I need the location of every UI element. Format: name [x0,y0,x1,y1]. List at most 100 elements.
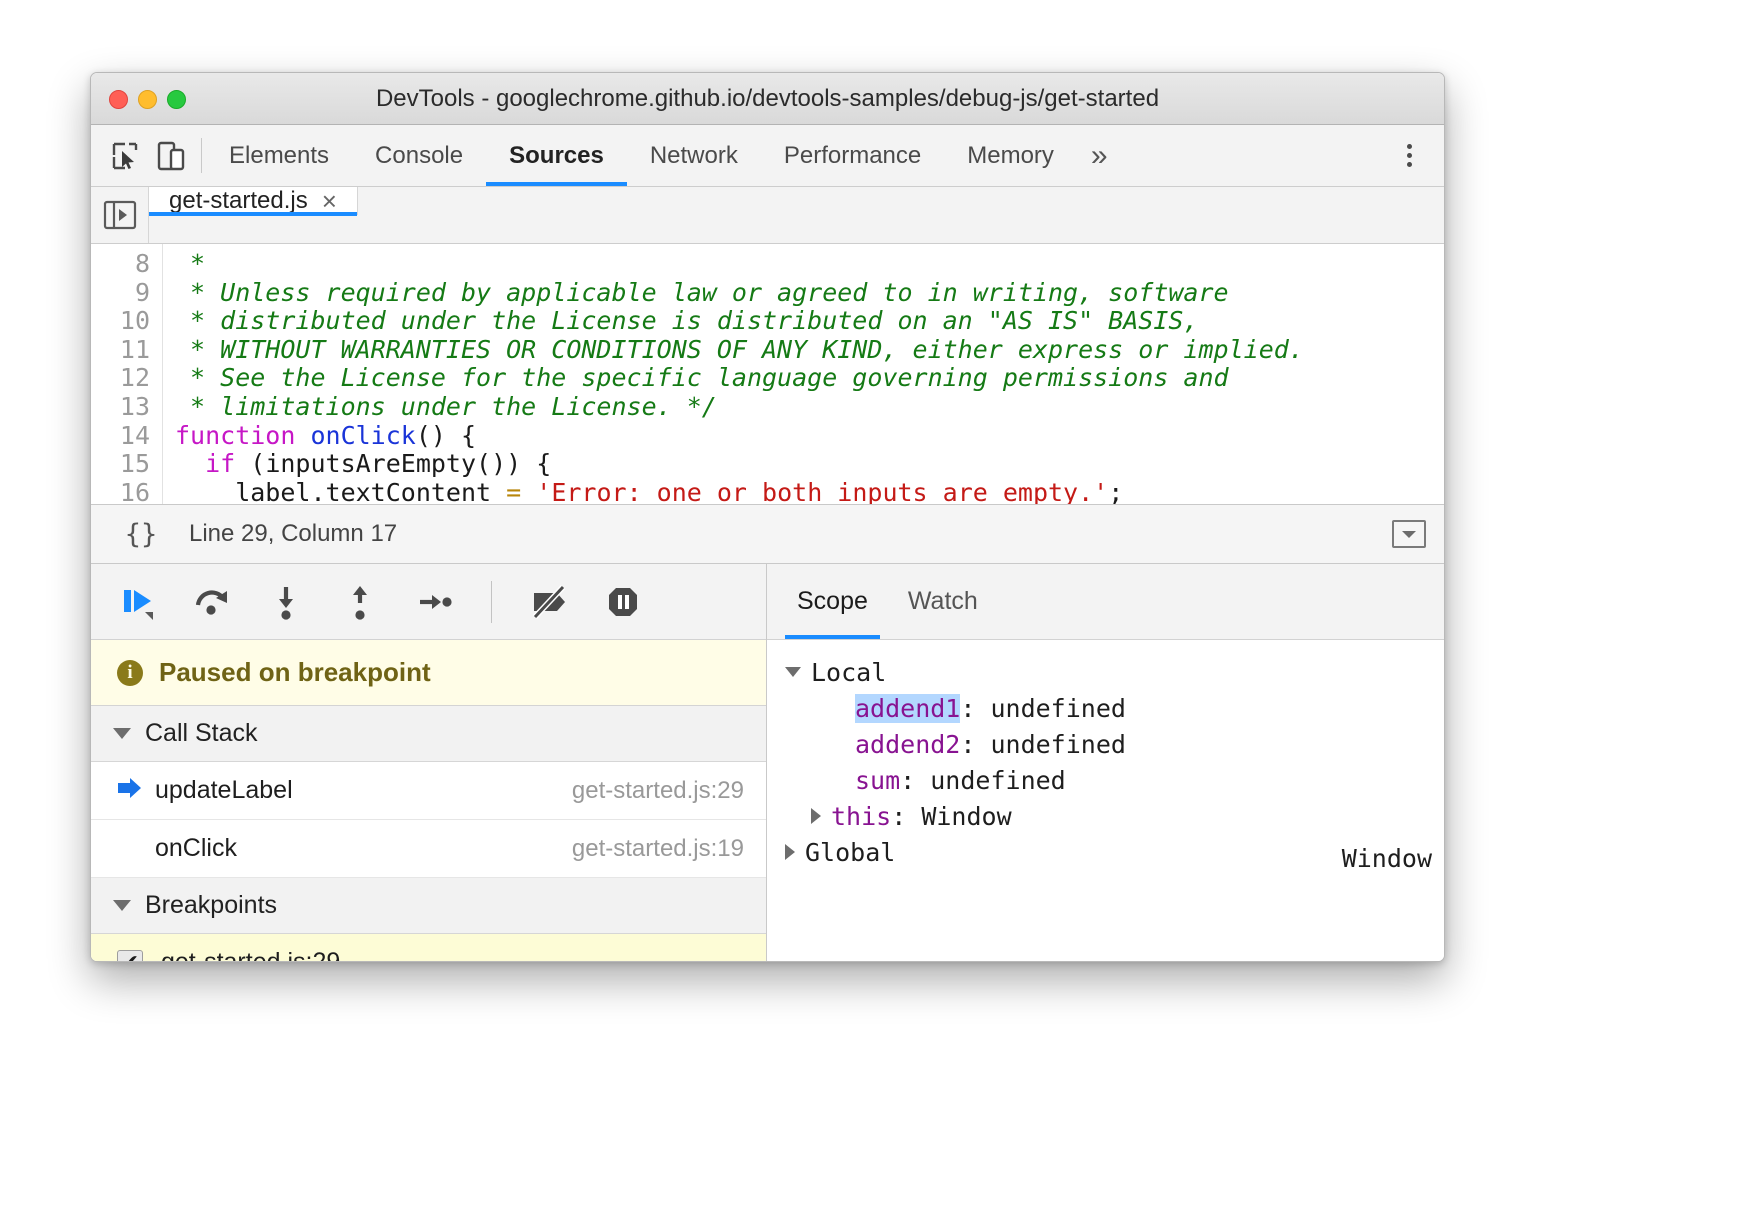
tab-network[interactable]: Network [627,125,761,186]
line-number[interactable]: 16 [91,479,150,504]
code-token: label.textContent [175,478,506,504]
tab-scope[interactable]: Scope [777,564,888,639]
line-number[interactable]: 10 [91,307,150,336]
call-stack-title: Call Stack [145,719,258,748]
scope-property[interactable]: addend2: undefined [767,726,1444,762]
code-token: if [205,449,235,478]
breakpoints-header[interactable]: Breakpoints [91,878,766,934]
scope-group-local[interactable]: Local [767,654,1444,690]
code-token: onClick [310,421,415,450]
breakpoint-checkbox[interactable]: ✔ [117,950,143,963]
tab-watch[interactable]: Watch [888,564,998,639]
step-over-icon[interactable] [189,579,235,625]
scope-property-value: : undefined [960,694,1126,723]
debugger-area: i Paused on breakpoint Call Stack update… [91,564,1444,961]
line-number[interactable]: 13 [91,393,150,422]
scope-property-name[interactable]: sum [855,766,900,795]
code-token: * WITHOUT WARRANTIES OR CONDITIONS OF AN… [175,335,1304,364]
resume-icon[interactable] [115,579,161,625]
call-stack-header[interactable]: Call Stack [91,706,766,762]
current-frame-arrow-icon [117,777,143,804]
code-editor[interactable]: 8910111213141516 * * Unless required by … [91,244,1444,504]
deactivate-breakpoints-icon[interactable] [526,579,572,625]
window-title: DevTools - googlechrome.github.io/devtoo… [91,85,1444,113]
tab-memory[interactable]: Memory [944,125,1077,186]
kebab-menu-icon[interactable] [1394,139,1424,173]
inspect-element-icon[interactable] [109,140,141,172]
call-stack-frame[interactable]: onClickget-started.js:19 [91,820,766,878]
scope-property-name[interactable]: addend2 [855,730,960,759]
line-number[interactable]: 14 [91,422,150,451]
call-stack-frame-location: get-started.js:29 [572,777,744,805]
scope-group-label: Global [805,838,895,867]
paused-banner: i Paused on breakpoint [91,640,766,706]
line-number[interactable]: 9 [91,279,150,308]
scope-property-name[interactable]: this [831,802,891,831]
breakpoint-item[interactable]: ✔get-started.js:29var addend1 = getNumbe… [91,934,766,962]
chevron-right-icon[interactable] [811,808,821,824]
file-tab-list: get-started.js × [149,187,358,243]
tabstrip-right [1379,125,1444,186]
call-stack-frame[interactable]: updateLabelget-started.js:29 [91,762,766,820]
chevron-right-icon[interactable] [785,844,795,860]
file-tab-get-started.js[interactable]: get-started.js × [149,187,358,215]
scope-property[interactable]: addend1: undefined [767,690,1444,726]
debugger-toolbar-divider [491,581,492,623]
pretty-print-button[interactable]: {} [109,519,173,550]
code-token: function [175,421,310,450]
device-toolbar-icon[interactable] [155,140,187,172]
line-column-indicator: Line 29, Column 17 [189,520,397,548]
breakpoints-list: ✔get-started.js:29var addend1 = getNumbe… [91,934,766,961]
code-line: if (inputsAreEmpty()) { [175,450,1444,479]
scope-global-window-value: Window [1342,844,1432,873]
show-navigator-icon[interactable] [91,187,149,243]
scope-watch-tabs: ScopeWatch [767,564,1444,640]
call-stack-frame-name: onClick [155,834,572,863]
scope-group-label: Local [811,658,886,687]
breakpoint-row: ✔get-started.js:29 [117,948,744,962]
code-token: * limitations under the License. */ [175,392,717,421]
code-content[interactable]: * * Unless required by applicable law or… [163,244,1444,504]
code-line: * [175,250,1444,279]
call-stack-frame-location: get-started.js:19 [572,835,744,863]
step-out-icon[interactable] [337,579,383,625]
line-number[interactable]: 15 [91,450,150,479]
code-line: function onClick() { [175,422,1444,451]
chevron-down-icon [113,900,131,911]
scope-tree: Localaddend1: undefinedaddend2: undefine… [767,640,1444,961]
line-number[interactable]: 11 [91,336,150,365]
call-stack-frame-name: updateLabel [155,776,572,805]
debugger-controls-toolbar [91,564,766,640]
file-tab-label: get-started.js [169,187,308,215]
pause-on-exceptions-icon[interactable] [600,579,646,625]
code-token: * Unless required by applicable law or a… [175,278,1229,307]
info-icon: i [117,660,143,686]
close-icon[interactable]: × [322,188,337,214]
code-line: * distributed under the License is distr… [175,307,1444,336]
tab-performance[interactable]: Performance [761,125,944,186]
tab-elements[interactable]: Elements [206,125,352,186]
tabstrip-divider [201,138,202,173]
scope-property-name[interactable]: addend1 [855,694,960,723]
chevron-down-icon[interactable] [785,667,801,677]
step-into-icon[interactable] [263,579,309,625]
more-tabs-icon[interactable]: » [1077,125,1122,186]
code-line: * WITHOUT WARRANTIES OR CONDITIONS OF AN… [175,336,1444,365]
debugger-left-pane: i Paused on breakpoint Call Stack update… [91,564,767,961]
code-token [521,478,536,504]
source-file-tabs: get-started.js × [91,187,1444,244]
tab-sources[interactable]: Sources [486,125,627,186]
code-token: (inputsAreEmpty()) { [235,449,551,478]
code-line: * Unless required by applicable law or a… [175,279,1444,308]
scope-property-value: : undefined [960,730,1126,759]
line-number[interactable]: 12 [91,364,150,393]
line-number[interactable]: 8 [91,250,150,279]
tab-console[interactable]: Console [352,125,486,186]
scope-property[interactable]: this: Window [767,798,1444,834]
breakpoints-title: Breakpoints [145,891,277,920]
paused-banner-text: Paused on breakpoint [159,657,431,688]
collapse-panel-icon[interactable] [1392,520,1426,548]
step-icon[interactable] [411,579,457,625]
editor-status-bar: {} Line 29, Column 17 [91,504,1444,564]
scope-property[interactable]: sum: undefined [767,762,1444,798]
